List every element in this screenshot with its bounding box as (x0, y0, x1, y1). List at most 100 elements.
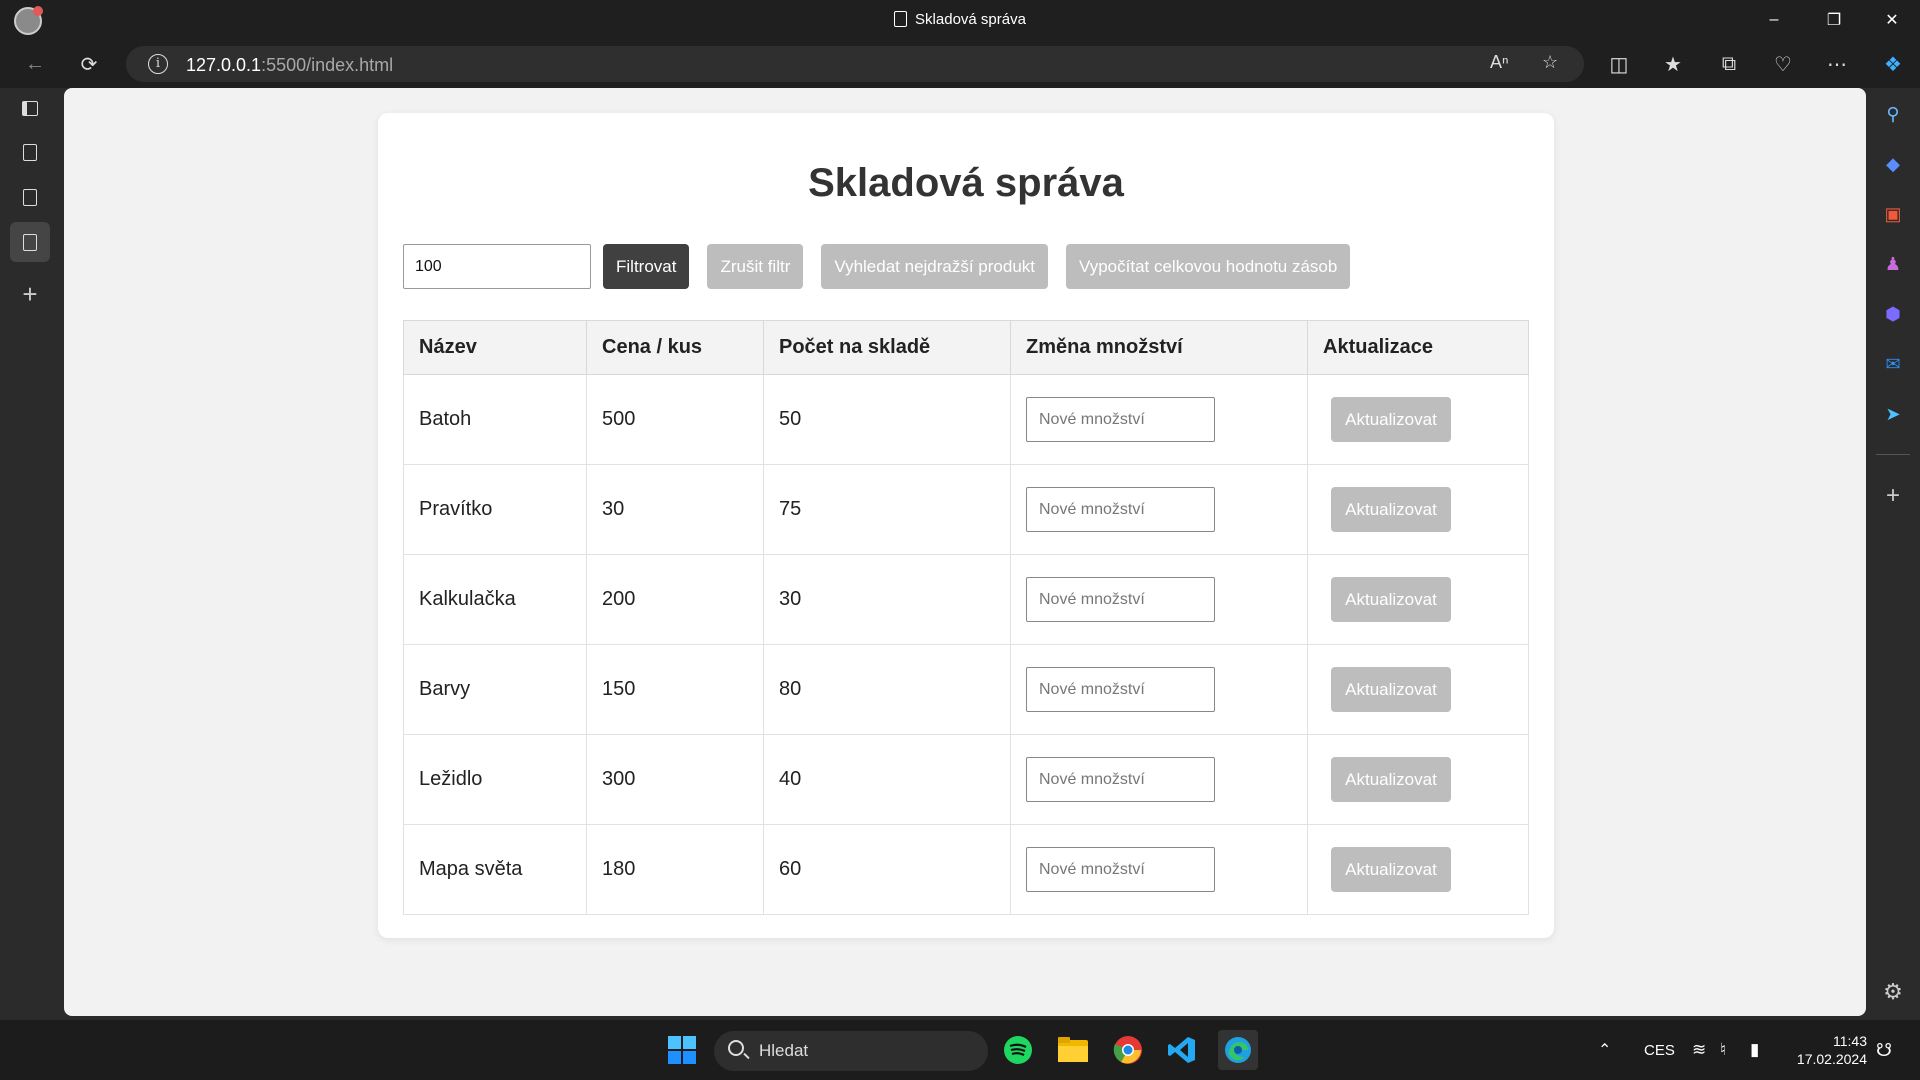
update-button[interactable]: Aktualizovat (1331, 757, 1451, 802)
product-stock: 80 (763, 644, 1011, 735)
taskbar: Hledat ⌃ CES ≋ ♮ ▮ 11:43 17.02.2024 ☋ (0, 1020, 1920, 1080)
read-aloud-icon[interactable]: Aⁿ (1490, 52, 1509, 73)
restore-button[interactable]: ❐ (1806, 0, 1862, 40)
settings-gear-icon[interactable]: ⚙ (1879, 978, 1907, 1006)
favorite-star-icon[interactable]: ☆ (1542, 52, 1558, 73)
table-row: Mapa světa 180 60 Aktualizovat (403, 824, 1529, 915)
tray-overflow-icon[interactable]: ⌃ (1598, 1020, 1611, 1080)
update-button[interactable]: Aktualizovat (1331, 487, 1451, 532)
spotify-icon[interactable] (998, 1030, 1038, 1070)
update-cell: Aktualizovat (1307, 824, 1529, 915)
favorites-icon[interactable]: ★ (1656, 48, 1690, 80)
split-screen-icon[interactable]: ◫ (1602, 48, 1636, 80)
page-icon (23, 143, 37, 161)
quantity-cell (1010, 374, 1308, 465)
page-viewport: Skladová správa Filtrovat Zrušit filtr V… (64, 88, 1866, 1016)
new-quantity-input[interactable] (1026, 487, 1215, 532)
inventory-table: Název Cena / kus Počet na skladě Změna m… (403, 320, 1529, 915)
notifications-bell-icon[interactable]: ☋ (1876, 1020, 1892, 1080)
file-explorer-icon[interactable] (1053, 1030, 1093, 1070)
new-quantity-input[interactable] (1026, 757, 1215, 802)
find-most-expensive-button[interactable]: Vyhledat nejdražší produkt (821, 244, 1049, 289)
vertical-tabs: + (0, 88, 64, 1020)
close-window-button[interactable]: ✕ (1864, 0, 1920, 40)
quantity-cell (1010, 644, 1308, 735)
document-icon (894, 11, 908, 27)
product-name: Mapa světa (403, 824, 587, 915)
minimize-button[interactable]: – (1746, 0, 1802, 40)
url-text[interactable]: 127.0.0.1:5500/index.html (186, 55, 393, 76)
quantity-cell (1010, 734, 1308, 825)
search-icon[interactable]: ⚲ (1879, 100, 1907, 128)
edge-icon[interactable] (1218, 1030, 1258, 1070)
copilot-sidebar-icon[interactable]: ⬢ (1879, 300, 1907, 328)
product-name: Pravítko (403, 464, 587, 555)
quantity-cell (1010, 554, 1308, 645)
outlook-icon[interactable]: ✉ (1879, 350, 1907, 378)
window-title: Skladová správa (0, 11, 1920, 28)
tab-actions-icon[interactable] (10, 88, 50, 128)
product-price: 180 (586, 824, 764, 915)
product-stock: 40 (763, 734, 1011, 825)
new-quantity-input[interactable] (1026, 577, 1215, 622)
url-path: :5500/index.html (261, 55, 394, 75)
update-cell: Aktualizovat (1307, 644, 1529, 735)
send-icon[interactable]: ➤ (1879, 400, 1907, 428)
right-sidebar: ⚲ ◆ ▣ ♟ ⬢ ✉ ➤ + ⚙ (1866, 88, 1920, 1020)
shopping-tag-icon[interactable]: ◆ (1879, 150, 1907, 178)
wifi-icon[interactable]: ≋ (1692, 1020, 1706, 1080)
taskbar-search-label: Hledat (759, 1041, 809, 1060)
more-options-icon[interactable]: ⋯ (1820, 48, 1854, 80)
product-price: 150 (586, 644, 764, 735)
new-quantity-input[interactable] (1026, 667, 1215, 712)
table-row: Batoh 500 50 Aktualizovat (403, 374, 1529, 465)
table-row: Ležidlo 300 40 Aktualizovat (403, 734, 1529, 825)
back-button[interactable]: ← (18, 48, 52, 80)
product-price: 300 (586, 734, 764, 825)
table-row: Kalkulačka 200 30 Aktualizovat (403, 554, 1529, 645)
add-sidebar-icon[interactable]: + (1879, 482, 1907, 510)
update-button[interactable]: Aktualizovat (1331, 667, 1451, 712)
header-name: Název (403, 320, 587, 375)
price-filter-input[interactable] (403, 244, 591, 289)
product-name: Barvy (403, 644, 587, 735)
product-name: Kalkulačka (403, 554, 587, 645)
games-icon[interactable]: ♟ (1879, 250, 1907, 278)
copilot-icon[interactable]: ❖ (1876, 48, 1910, 80)
new-quantity-input[interactable] (1026, 847, 1215, 892)
volume-icon[interactable]: ♮ (1720, 1020, 1726, 1080)
filter-button[interactable]: Filtrovat (603, 244, 690, 289)
calculate-total-value-button[interactable]: Vypočítat celkovou hodnotu zásob (1066, 244, 1351, 289)
header-price: Cena / kus (586, 320, 764, 375)
battery-icon[interactable]: ▮ (1750, 1020, 1759, 1080)
browser-toolbar: ← ⟳ i 127.0.0.1:5500/index.html Aⁿ ☆ ◫ ★… (0, 40, 1920, 88)
search-icon (728, 1040, 744, 1056)
new-quantity-input[interactable] (1026, 397, 1215, 442)
language-indicator[interactable]: CES (1644, 1020, 1675, 1080)
tab-1[interactable] (10, 132, 50, 172)
clock-date: 17.02.2024 (1796, 1051, 1867, 1067)
update-button[interactable]: Aktualizovat (1331, 847, 1451, 892)
address-bar[interactable]: i 127.0.0.1:5500/index.html Aⁿ ☆ (126, 46, 1584, 82)
tools-icon[interactable]: ▣ (1879, 200, 1907, 228)
product-name: Ležidlo (403, 734, 587, 825)
url-host: 127.0.0.1 (186, 55, 262, 75)
chrome-icon[interactable] (1108, 1030, 1148, 1070)
update-button[interactable]: Aktualizovat (1331, 577, 1451, 622)
tab-active[interactable] (10, 222, 50, 262)
clock[interactable]: 11:43 17.02.2024 (1797, 1032, 1867, 1068)
update-button[interactable]: Aktualizovat (1331, 397, 1451, 442)
product-price: 30 (586, 464, 764, 555)
inventory-card: Skladová správa Filtrovat Zrušit filtr V… (378, 113, 1554, 938)
collections-icon[interactable]: ⧉ (1712, 48, 1746, 80)
windows-start-icon[interactable] (662, 1030, 702, 1070)
clear-filter-button[interactable]: Zrušit filtr (707, 244, 804, 289)
new-tab-icon[interactable]: + (10, 274, 50, 314)
quantity-cell (1010, 824, 1308, 915)
refresh-button[interactable]: ⟳ (72, 48, 106, 80)
browser-essentials-icon[interactable]: ♡ (1766, 48, 1800, 80)
site-info-icon[interactable]: i (148, 54, 168, 74)
tab-2[interactable] (10, 177, 50, 217)
vscode-icon[interactable] (1162, 1030, 1202, 1070)
taskbar-search[interactable]: Hledat (714, 1031, 988, 1071)
